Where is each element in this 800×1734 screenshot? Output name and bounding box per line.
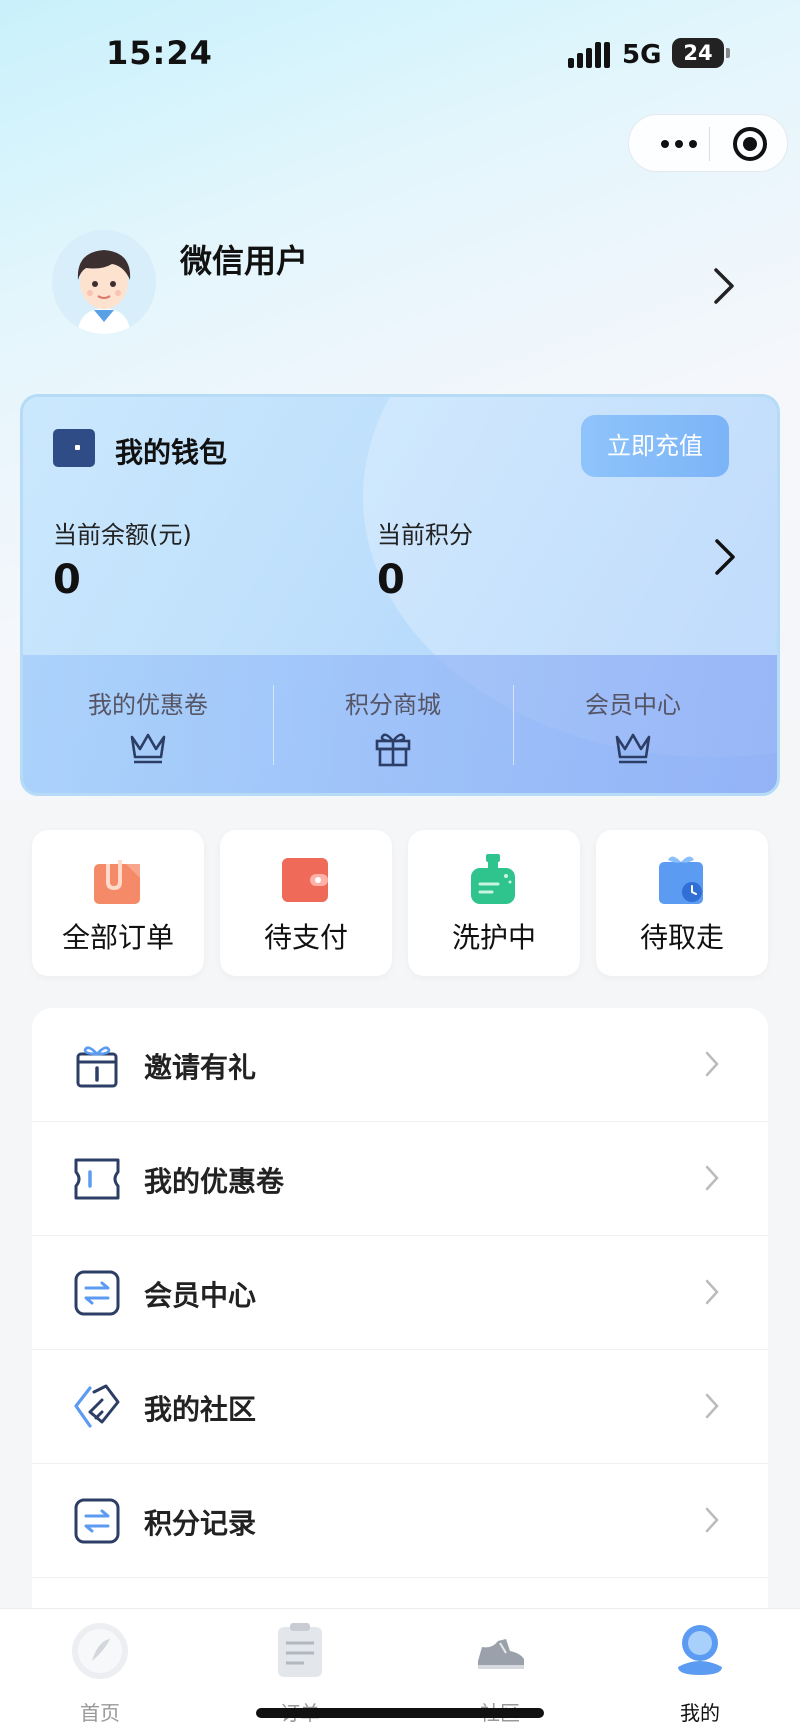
home-icon	[70, 1621, 130, 1681]
status-time: 15:24	[106, 34, 213, 72]
menu-item-coupons[interactable]: 我的优惠卷	[32, 1122, 768, 1236]
chevron-right-icon	[704, 1506, 720, 1538]
profile-icon	[670, 1621, 730, 1681]
target-close-icon[interactable]	[733, 127, 767, 161]
order-pending-payment-card[interactable]: 待支付	[220, 830, 392, 976]
balance-value: 0	[53, 557, 81, 603]
wallet-icon	[53, 429, 95, 467]
soap-bottle-icon	[468, 854, 518, 906]
signal-icon	[568, 42, 610, 68]
chevron-right-icon[interactable]	[712, 266, 736, 310]
handshake-icon	[72, 1382, 122, 1432]
balance-label: 当前余额(元)	[53, 521, 192, 549]
status-bar: 15:24 5G 24	[0, 0, 800, 110]
chevron-right-icon	[704, 1278, 720, 1310]
order-label: 待支付	[263, 921, 348, 954]
chevron-right-icon	[704, 1164, 720, 1196]
points-label: 当前积分	[377, 521, 473, 549]
chevron-right-icon	[704, 1392, 720, 1424]
wallet-title: 我的钱包	[115, 436, 228, 469]
menu-label: 邀请有礼	[144, 1051, 257, 1084]
chevron-right-icon[interactable]	[713, 537, 737, 581]
order-all-card[interactable]: 全部订单	[32, 830, 204, 976]
gift-icon	[72, 1040, 122, 1090]
wallet-card: 我的钱包 立即充值 当前余额(元) 0 当前积分 0 我的优惠卷 积分商城 会员…	[20, 394, 780, 796]
shortcut-label: 会员中心	[585, 691, 681, 719]
gift-box-clock-icon	[656, 854, 706, 906]
recharge-button[interactable]: 立即充值	[581, 415, 729, 477]
points-value: 0	[377, 557, 405, 603]
menu-item-points-record[interactable]: 积分记录	[32, 1464, 768, 1578]
menu-item-member-center[interactable]: 会员中心	[32, 1236, 768, 1350]
wallet-shortcuts: 我的优惠卷 积分商城 会员中心	[23, 655, 777, 793]
order-label: 全部订单	[61, 921, 174, 954]
menu-label: 会员中心	[144, 1279, 257, 1312]
more-dots-icon[interactable]	[649, 115, 709, 173]
crown-icon	[613, 729, 653, 769]
wallet-icon	[280, 854, 330, 906]
ticket-icon	[72, 1154, 122, 1204]
battery-icon: 24	[672, 38, 724, 68]
menu-label: 积分记录	[144, 1507, 257, 1540]
exchange-icon	[72, 1496, 122, 1546]
home-indicator	[256, 1708, 544, 1718]
order-icon	[270, 1621, 330, 1681]
tab-label: 首页	[80, 1701, 120, 1725]
order-washing-card[interactable]: 洗护中	[408, 830, 580, 976]
order-label: 洗护中	[451, 921, 536, 954]
shortcut-member-center[interactable]: 会员中心	[513, 655, 753, 793]
user-nickname: 微信用户	[180, 242, 309, 280]
bag-icon	[92, 854, 142, 906]
gift-icon	[373, 729, 413, 771]
order-ready-pickup-card[interactable]: 待取走	[596, 830, 768, 976]
network-type: 5G	[622, 40, 662, 70]
menu-item-invite[interactable]: 邀请有礼	[32, 1008, 768, 1122]
chevron-right-icon	[704, 1050, 720, 1082]
menu-list: 邀请有礼 我的优惠卷 会员中心 我的社区 积分记录	[32, 1008, 768, 1608]
menu-label: 我的社区	[144, 1393, 257, 1426]
shortcut-label: 我的优惠卷	[88, 691, 208, 719]
shortcut-coupons[interactable]: 我的优惠卷	[23, 655, 273, 793]
order-label: 待取走	[639, 921, 724, 954]
avatar[interactable]	[52, 230, 156, 334]
tab-home[interactable]: 首页	[0, 1609, 200, 1734]
crown-icon	[128, 729, 168, 769]
capsule-divider	[709, 127, 710, 161]
exchange-icon	[72, 1268, 122, 1318]
menu-item-community[interactable]: 我的社区	[32, 1350, 768, 1464]
profile-row[interactable]: 微信用户	[40, 220, 760, 340]
shortcut-points-mall[interactable]: 积分商城	[273, 655, 513, 793]
miniprogram-capsule	[628, 114, 788, 172]
battery-tip	[726, 48, 730, 58]
sneaker-icon	[470, 1621, 530, 1681]
menu-label: 我的优惠卷	[144, 1165, 285, 1198]
tab-label: 我的	[680, 1701, 720, 1725]
shortcut-label: 积分商城	[345, 691, 441, 719]
tab-profile[interactable]: 我的	[600, 1609, 800, 1734]
